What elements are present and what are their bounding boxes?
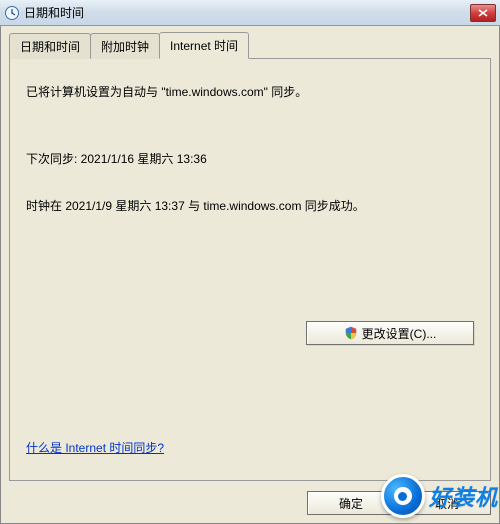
watermark-text: 好装机 [429, 480, 500, 512]
change-settings-button[interactable]: 更改设置(C)... [306, 321, 474, 345]
shield-icon [344, 326, 358, 340]
tab-additional-clocks[interactable]: 附加时钟 [90, 33, 160, 59]
window-body: 日期和时间 附加时钟 Internet 时间 已将计算机设置为自动与 "time… [0, 26, 500, 524]
help-link[interactable]: 什么是 Internet 时间同步? [26, 439, 164, 456]
watermark: 好装机 [381, 474, 500, 518]
close-button[interactable] [470, 4, 496, 22]
window-titlebar: 日期和时间 [0, 0, 500, 26]
sync-config-text: 已将计算机设置为自动与 "time.windows.com" 同步。 [26, 83, 474, 102]
tab-panel-internet-time: 已将计算机设置为自动与 "time.windows.com" 同步。 下次同步:… [9, 58, 491, 481]
clock-icon [4, 5, 20, 21]
next-sync-text: 下次同步: 2021/1/16 星期六 13:36 [26, 150, 474, 169]
change-settings-label: 更改设置(C)... [362, 325, 437, 342]
tab-date-time[interactable]: 日期和时间 [9, 33, 91, 59]
tab-strip: 日期和时间 附加时钟 Internet 时间 [9, 32, 491, 58]
tab-internet-time[interactable]: Internet 时间 [159, 32, 249, 59]
window-title: 日期和时间 [24, 4, 470, 21]
last-sync-text: 时钟在 2021/1/9 星期六 13:37 与 time.windows.co… [26, 197, 474, 216]
watermark-badge-icon [381, 474, 425, 518]
